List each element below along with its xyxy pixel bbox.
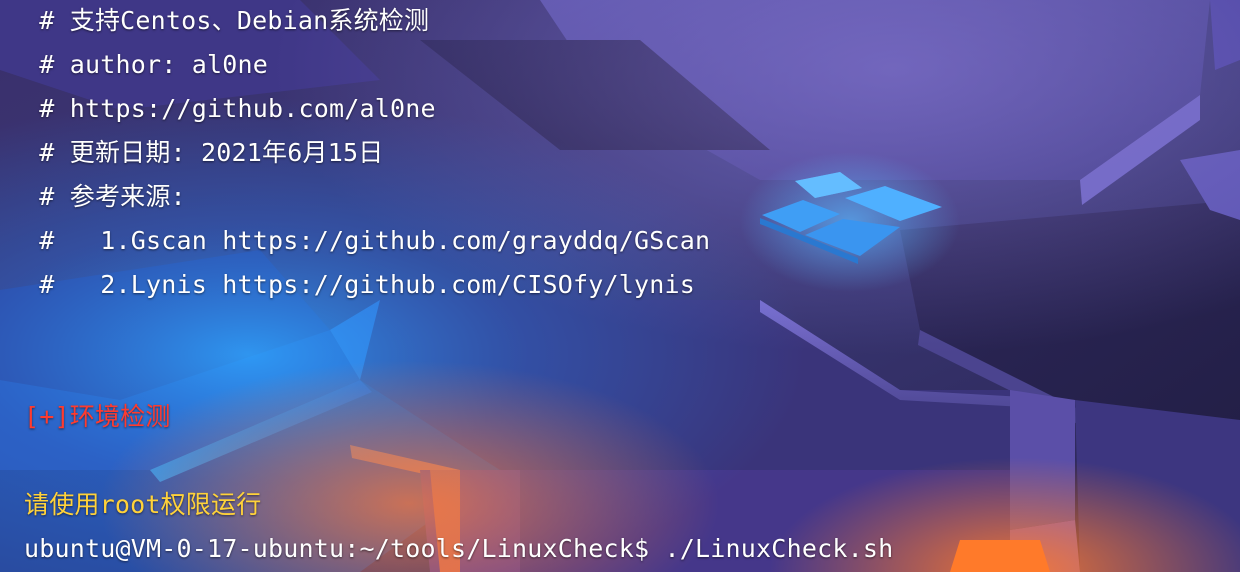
comment-line-references-heading: # 参考来源: [24, 182, 186, 211]
comment-line-author: # author: al0ne [24, 50, 269, 79]
comment-line-reference-lynis: # 2.Lynis https://github.com/CISOfy/lyni… [24, 270, 696, 299]
shell-prompt-command[interactable]: ubuntu@VM-0-17-ubuntu:~/tools/LinuxCheck… [24, 532, 893, 566]
comment-line-update-date: # 更新日期: 2021年6月15日 [24, 138, 384, 167]
warning-run-as-root: 请使用root权限运行 [24, 490, 262, 519]
section-header-environment-check: [+]环境检测 [24, 402, 171, 431]
comment-line-reference-gscan: # 1.Gscan https://github.com/grayddq/GSc… [24, 226, 711, 255]
terminal-output: # 支持Centos、Debian系统检测 # author: al0ne # … [0, 0, 1240, 572]
comment-line-supported-systems: # 支持Centos、Debian系统检测 [24, 6, 430, 35]
comment-line-github-url: # https://github.com/al0ne [24, 94, 436, 123]
